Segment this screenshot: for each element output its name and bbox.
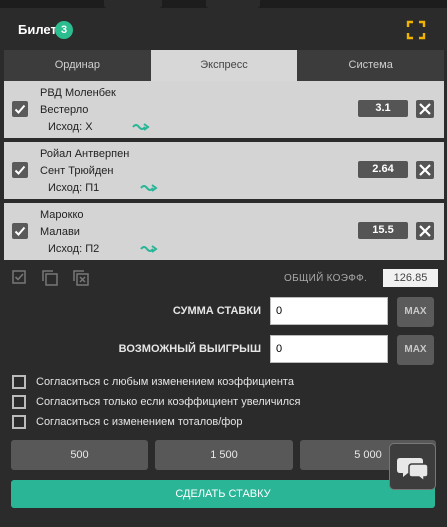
select-all-icon[interactable]: [12, 270, 28, 286]
chat-button[interactable]: [389, 443, 436, 490]
bet-outcome: Исход: П2: [48, 243, 100, 255]
live-stream-icon: [140, 245, 158, 253]
odd-value: 3.1: [358, 100, 408, 117]
close-icon: [419, 164, 431, 176]
bet-outcome: Исход: Х: [48, 121, 93, 133]
win-max-button[interactable]: MAX: [397, 335, 434, 365]
quick-amount-button[interactable]: 500: [11, 440, 148, 470]
accept-totals-label: Согласиться с изменением тоталов/фор: [36, 416, 243, 428]
remove-bet-button[interactable]: [416, 222, 434, 240]
odd-value: 15.5: [358, 222, 408, 239]
selection-tools: [12, 270, 99, 291]
accept-any-change-label: Согласиться с любым изменением коэффицие…: [36, 376, 294, 388]
tab-single[interactable]: Ординар: [4, 50, 151, 81]
bet-checkbox[interactable]: [12, 162, 28, 178]
team-away: Вестерло: [40, 104, 89, 116]
check-icon: [14, 104, 26, 114]
bet-count-badge: 3: [55, 21, 73, 39]
total-odds-label: ОБЩИЙ КОЭФФ.: [284, 273, 368, 284]
team-home: РВД Моленбек: [40, 87, 116, 99]
check-icon: [14, 165, 26, 175]
close-icon: [419, 225, 431, 237]
bet-type-tabs: Ординар Экспресс Система: [4, 50, 444, 81]
live-stream-icon: [140, 184, 158, 192]
accept-totals-checkbox[interactable]: [12, 415, 26, 429]
expand-icon[interactable]: [406, 20, 426, 40]
team-away: Малави: [40, 226, 80, 238]
bet-item: Ройал Антверпен Сент Трюйден Исход: П1 2…: [4, 142, 444, 199]
remove-bet-button[interactable]: [416, 100, 434, 118]
copy-icon[interactable]: [42, 270, 59, 286]
background-tab-hint: [206, 0, 260, 8]
accept-increase-checkbox[interactable]: [12, 395, 26, 409]
stake-input[interactable]: 0: [270, 297, 388, 325]
top-strip: [0, 0, 447, 8]
team-home: Марокко: [40, 209, 84, 221]
odd-value: 2.64: [358, 161, 408, 178]
accept-any-change-checkbox[interactable]: [12, 375, 26, 389]
team-home: Ройал Антверпен: [40, 148, 130, 160]
live-stream-icon: [132, 123, 150, 131]
bet-item: РВД Моленбек Вестерло Исход: Х 3.1: [4, 81, 444, 138]
check-icon: [14, 226, 26, 236]
place-bet-button[interactable]: СДЕЛАТЬ СТАВКУ: [11, 480, 435, 508]
stake-label: СУММА СТАВКИ: [172, 305, 261, 317]
delete-selected-icon[interactable]: [73, 270, 89, 286]
stake-max-button[interactable]: MAX: [397, 297, 434, 327]
possible-win-input[interactable]: 0: [270, 335, 388, 363]
bet-checkbox[interactable]: [12, 223, 28, 239]
close-icon: [419, 103, 431, 115]
possible-win-label: ВОЗМОЖНЫЙ ВЫИГРЫШ: [118, 343, 261, 355]
bet-item: Марокко Малави Исход: П2 15.5: [4, 203, 444, 260]
accept-increase-label: Согласиться только если коэффициент увел…: [36, 396, 301, 408]
bet-outcome: Исход: П1: [48, 182, 100, 194]
tab-system[interactable]: Система: [297, 50, 444, 81]
bottom-strip: [0, 515, 447, 527]
tab-express[interactable]: Экспресс: [150, 50, 298, 81]
total-odds-value: 126.85: [383, 269, 438, 287]
team-away: Сент Трюйден: [40, 165, 114, 177]
background-tab-hint: [104, 0, 162, 8]
chat-icon: [397, 458, 429, 483]
quick-amount-button[interactable]: 1 500: [155, 440, 293, 470]
betslip-title: Билет: [18, 22, 57, 37]
remove-bet-button[interactable]: [416, 161, 434, 179]
bet-checkbox[interactable]: [12, 101, 28, 117]
